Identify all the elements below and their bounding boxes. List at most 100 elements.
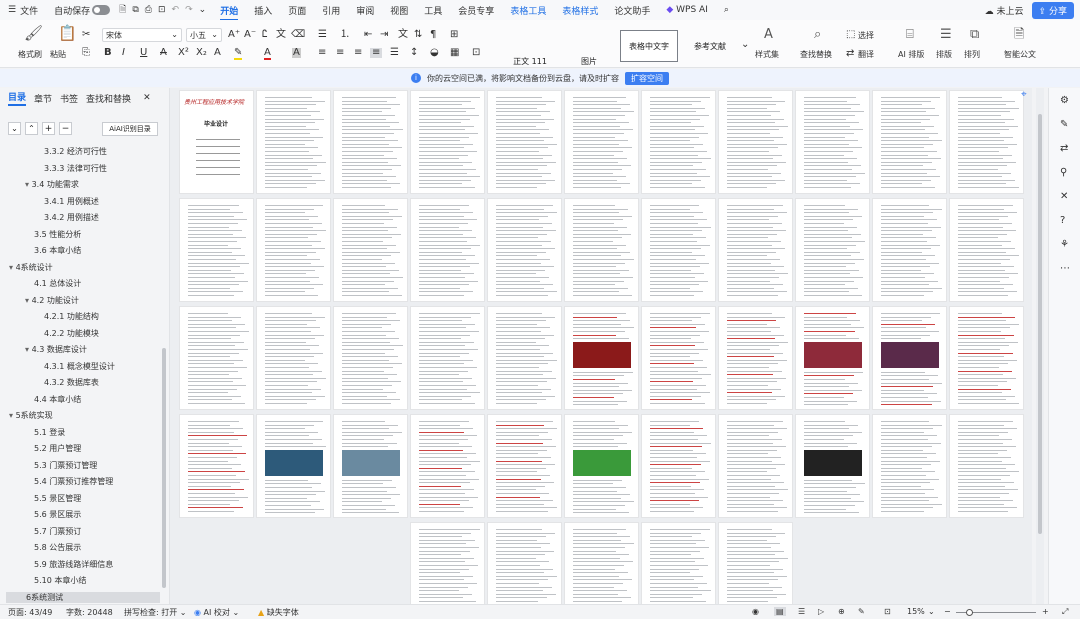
ai-layout-label[interactable]: AI 排版 xyxy=(898,49,924,60)
page-thumbnail[interactable] xyxy=(949,414,1024,518)
tab-toc[interactable]: 目录 xyxy=(8,90,27,106)
select-label[interactable]: 选择 xyxy=(858,30,874,41)
fullscreen-icon[interactable]: ⤢ xyxy=(1062,607,1068,617)
style-set-label[interactable]: 样式集 xyxy=(755,49,779,60)
page-thumbnail[interactable] xyxy=(410,306,485,410)
page-thumbnail[interactable] xyxy=(487,198,562,302)
outline-view-icon[interactable]: ☰ xyxy=(798,607,805,616)
edit-icon[interactable]: ✎ xyxy=(1060,120,1068,130)
underline-icon[interactable]: U xyxy=(140,48,147,58)
toc-item[interactable]: 5.9 旅游线路详细信息 xyxy=(34,559,113,570)
document-scrollbar[interactable] xyxy=(1036,88,1044,604)
styles-expand-icon[interactable]: ⌄ xyxy=(741,40,749,50)
outdent-icon[interactable]: ⇤ xyxy=(364,30,372,40)
translate-label[interactable]: 翻译 xyxy=(858,49,874,60)
layout-label[interactable]: 排版 xyxy=(936,49,952,60)
spell-check[interactable]: 拼写检查: 打开 ⌄ xyxy=(124,607,187,618)
toc-item[interactable]: 5.1 登录 xyxy=(34,427,65,438)
toc-item[interactable]: 5.5 景区管理 xyxy=(34,493,81,504)
tab-tools[interactable]: 工具 xyxy=(416,4,450,17)
expand-icon[interactable]: ⌃ xyxy=(25,122,38,135)
more-quick-icon[interactable]: ⌄ xyxy=(196,5,213,15)
page-thumbnail[interactable] xyxy=(564,522,639,604)
tab-thesis-assistant[interactable]: 论文助手 xyxy=(606,4,658,17)
plugin-icon[interactable]: ⚘ xyxy=(1060,240,1069,250)
page-thumbnail[interactable] xyxy=(564,414,639,518)
show-marks-icon[interactable]: ¶ xyxy=(430,30,436,40)
find-replace-label[interactable]: 查找替换 xyxy=(800,49,832,60)
format-painter-icon[interactable]: 🖌 xyxy=(24,26,43,41)
search-icon[interactable]: ⌕ xyxy=(716,5,737,15)
shrink-font-icon[interactable]: A⁻ xyxy=(244,30,256,40)
chinese-layout-icon[interactable]: 文 xyxy=(398,30,408,40)
page-thumbnail[interactable] xyxy=(872,414,947,518)
style-table-text[interactable]: 表格中文字 xyxy=(620,30,678,62)
tab-reference[interactable]: 引用 xyxy=(314,4,348,17)
toc-item[interactable]: 3.3.3 法律可行性 xyxy=(44,163,107,174)
tab-home[interactable]: 开始 xyxy=(212,4,246,21)
toc-item[interactable]: 4.2.1 功能结构 xyxy=(44,311,99,322)
page-thumbnail[interactable] xyxy=(641,414,716,518)
bullet-list-icon[interactable]: ☰ xyxy=(318,30,327,40)
style-set-icon[interactable]: A xyxy=(764,28,773,41)
preview-icon[interactable]: ⊡ xyxy=(155,5,169,15)
justify-icon[interactable]: ≡ xyxy=(370,48,383,58)
bold-icon[interactable]: B xyxy=(104,48,112,58)
ai-toc-button[interactable]: AiAI识别目录 xyxy=(102,122,158,136)
smart-doc-icon[interactable]: 🗎 xyxy=(1014,28,1024,41)
tab-view[interactable]: 视图 xyxy=(382,4,416,17)
page-thumbnail[interactable] xyxy=(795,90,870,194)
toc-item[interactable]: 4.4 本章小结 xyxy=(34,394,81,405)
page-thumbnail[interactable] xyxy=(795,198,870,302)
tab-find-replace[interactable]: 查找和替换 xyxy=(86,92,131,105)
page-thumbnail[interactable] xyxy=(179,414,254,518)
cloud-status[interactable]: ☁ 未上云 xyxy=(977,4,1032,17)
tab-bookmarks[interactable]: 书签 xyxy=(60,92,78,105)
page-thumbnail[interactable] xyxy=(564,198,639,302)
toc-item[interactable]: ▾ 3.4 功能需求 xyxy=(25,179,79,190)
autosave-toggle[interactable] xyxy=(92,5,111,15)
play-icon[interactable]: ▷ xyxy=(818,607,824,616)
app-menu-icon[interactable]: ☰ xyxy=(0,5,18,15)
toc-item[interactable]: ▾ 5系统实现 xyxy=(9,410,53,421)
page-view-icon[interactable]: ▤ xyxy=(774,607,786,616)
tab-review[interactable]: 审阅 xyxy=(348,4,382,17)
pinyin-icon[interactable]: 文 xyxy=(276,30,286,40)
expand-space-button[interactable]: 扩容空间 xyxy=(625,71,669,85)
toc-item[interactable]: 4.1 总体设计 xyxy=(34,278,81,289)
page-thumbnail[interactable] xyxy=(179,198,254,302)
select-icon[interactable]: ⬚ xyxy=(846,30,855,40)
page-thumbnail[interactable] xyxy=(872,198,947,302)
adjust-icon[interactable]: ⚙ xyxy=(1060,96,1069,106)
table-border-icon[interactable]: ⊞ xyxy=(450,30,458,40)
page-thumbnail[interactable] xyxy=(333,306,408,410)
add-heading-icon[interactable]: + xyxy=(42,122,55,135)
cut-icon[interactable]: ✂ xyxy=(82,30,90,40)
tab-table-tools[interactable]: 表格工具 xyxy=(502,4,554,17)
toc-item[interactable]: 5.7 门票预订 xyxy=(34,526,81,537)
page-thumbnail[interactable] xyxy=(641,306,716,410)
page-thumbnail[interactable] xyxy=(410,414,485,518)
fit-icon[interactable]: ⊡ xyxy=(884,607,891,616)
eye-icon[interactable]: ◉ xyxy=(752,607,759,616)
help-icon[interactable]: ? xyxy=(1060,216,1065,226)
page-thumbnail[interactable] xyxy=(256,90,331,194)
location-icon[interactable]: ⌖ xyxy=(1021,90,1027,100)
toc-item[interactable]: ▾ 4.3 数据库设计 xyxy=(25,344,87,355)
paste-label[interactable]: 粘贴 xyxy=(50,49,66,60)
page-thumbnail[interactable] xyxy=(718,198,793,302)
tab-chapters[interactable]: 章节 xyxy=(34,92,52,105)
italic-icon[interactable]: I xyxy=(122,48,125,58)
page-thumbnail[interactable] xyxy=(872,306,947,410)
toc-item[interactable]: ▾ 4系统设计 xyxy=(9,262,53,273)
word-count[interactable]: 字数: 20448 xyxy=(66,607,113,618)
font-size-select[interactable]: 小五 ⌄ xyxy=(186,28,222,42)
page-thumbnail[interactable] xyxy=(564,306,639,410)
filter-icon[interactable]: ⚲ xyxy=(1060,168,1067,178)
format-painter-label[interactable]: 格式刷 xyxy=(18,49,42,60)
zoom-level[interactable]: 15% xyxy=(907,607,925,616)
page-thumbnail[interactable] xyxy=(410,198,485,302)
smart-doc-label[interactable]: 智能公文 xyxy=(1004,49,1036,60)
tab-member[interactable]: 会员专享 xyxy=(450,4,502,17)
remove-heading-icon[interactable]: − xyxy=(59,122,72,135)
